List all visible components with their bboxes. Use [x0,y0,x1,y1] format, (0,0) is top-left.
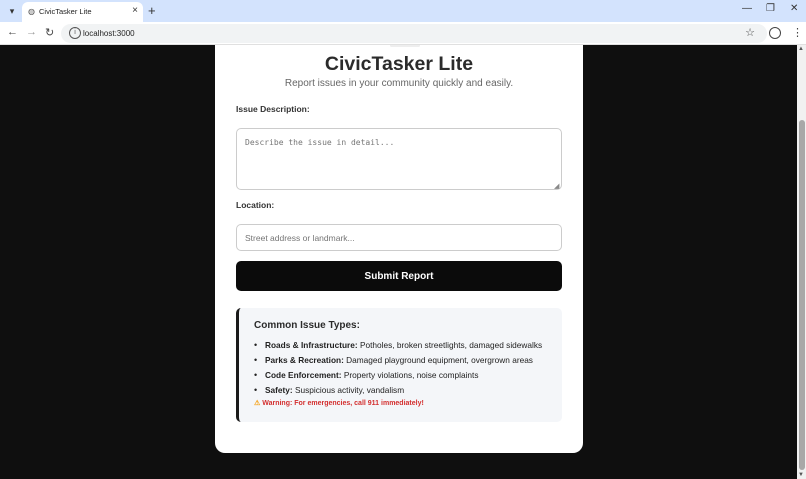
issue-type-name: Parks & Recreation: [265,355,344,365]
submit-report-button[interactable]: Submit Report [236,261,562,291]
chevron-down-icon[interactable]: ▾ [5,4,19,18]
issue-type-desc: Property violations, noise complaints [341,370,479,380]
issue-types-list: Roads & Infrastructure: Potholes, broken… [254,338,542,398]
issue-type-name: Roads & Infrastructure: [265,340,358,350]
resize-grip-icon[interactable]: ◢ [554,182,559,190]
minimize-icon[interactable]: — [742,3,752,14]
scroll-down-icon[interactable]: ▼ [798,472,804,478]
issue-type-desc: Damaged playground equipment, overgrown … [343,355,533,365]
description-label: Issue Description: [236,104,310,114]
browser-toolbar: ← → ↻ i localhost:3000 ☆ ⋮ [0,22,806,45]
scrollbar[interactable]: ▲ ▼ [797,45,806,479]
scrollbar-thumb[interactable] [798,120,805,470]
issue-type-desc: Potholes, broken streetlights, damaged s… [357,340,543,350]
warning-text: Warning: For emergencies, call 911 immed… [262,400,424,407]
report-card: CivicTasker Lite Report issues in your c… [215,45,583,453]
issue-type-desc: Suspicious activity, vandalism [292,385,405,395]
restore-icon[interactable]: ❐ [766,3,775,14]
profile-icon[interactable] [769,27,781,39]
description-textarea[interactable] [236,128,562,190]
url-text[interactable]: localhost:3000 [83,29,135,38]
reload-icon[interactable]: ↻ [45,26,54,39]
close-icon[interactable]: × [132,5,138,16]
arrow-right-icon[interactable]: → [26,26,37,38]
list-item: Roads & Infrastructure: Potholes, broken… [254,338,542,353]
star-icon[interactable]: ☆ [745,26,755,39]
list-item: Code Enforcement: Property violations, n… [254,368,542,383]
list-item: Safety: Suspicious activity, vandalism [254,383,542,398]
page-viewport: CivicTasker Lite Report issues in your c… [0,45,797,479]
issue-type-name: Safety: [265,385,293,395]
tab-bar: ▾ ◍ CivicTasker Lite × + — ❐ ✕ [0,0,806,22]
arrow-left-icon[interactable]: ← [7,26,18,38]
more-vertical-icon[interactable]: ⋮ [792,26,803,39]
emergency-warning: ⚠ Warning: For emergencies, call 911 imm… [254,399,424,407]
page-title: CivicTasker Lite [324,53,474,75]
location-label: Location: [236,200,275,210]
page-subtitle: Report issues in your community quickly … [284,78,514,89]
issue-types-title: Common Issue Types: [254,320,360,331]
issue-type-name: Code Enforcement: [265,370,342,380]
issue-types-panel: Common Issue Types: Roads & Infrastructu… [236,308,562,422]
window-close-icon[interactable]: ✕ [790,3,798,14]
list-item: Parks & Recreation: Damaged playground e… [254,353,542,368]
plus-icon[interactable]: + [148,3,156,18]
scroll-up-icon[interactable]: ▲ [798,46,804,52]
logo-hint [390,45,420,47]
globe-icon: ◍ [28,7,35,16]
tab-title: CivicTasker Lite [39,7,92,16]
location-input[interactable] [236,224,562,251]
info-icon[interactable]: i [69,27,81,39]
warning-icon: ⚠ [254,400,261,407]
address-bar[interactable]: i localhost:3000 ☆ [61,24,767,43]
browser-tab[interactable]: ◍ CivicTasker Lite × [22,2,143,22]
